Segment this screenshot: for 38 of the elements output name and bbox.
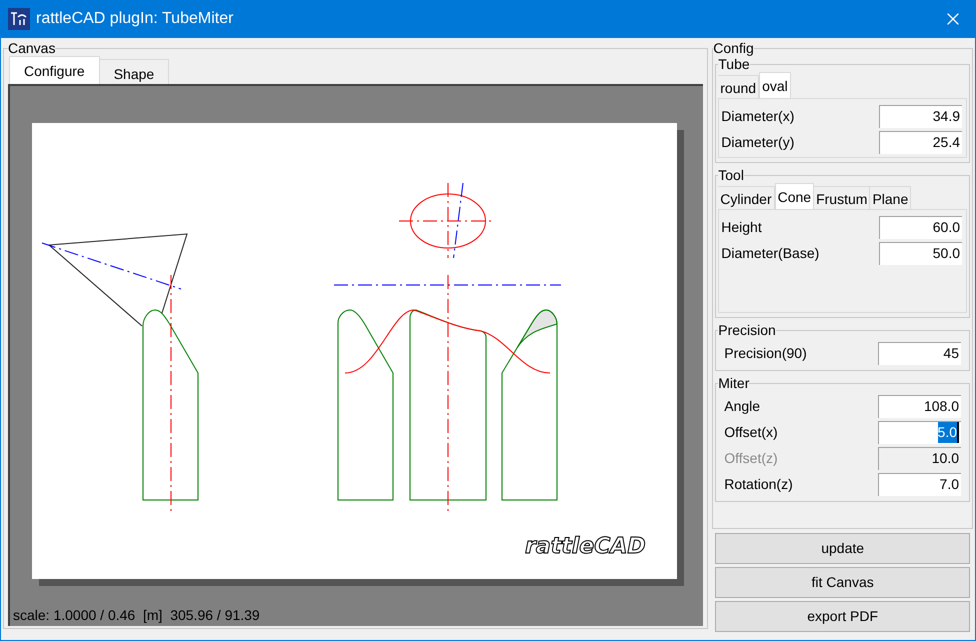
tab[interactable]: Frustum [814, 186, 870, 209]
status-text: scale: 1.0000 / 0.46 [m] 305.96 / 91.39 [13, 606, 261, 624]
field-label: Offset(x) [724, 422, 778, 442]
tab[interactable]: Cone [774, 183, 814, 209]
tab[interactable]: Plane [870, 186, 912, 209]
tab[interactable]: Cylinder [718, 186, 775, 209]
action-button[interactable]: fit Canvas [715, 567, 970, 598]
group-title: Canvas [8, 40, 56, 56]
action-button[interactable]: update [715, 533, 970, 564]
group-title: Precision [718, 322, 776, 338]
field-label: Rotation(z) [724, 474, 793, 494]
field-label: Diameter(y) [721, 132, 794, 152]
field-label: Diameter(x) [721, 106, 794, 126]
group-title: Miter [718, 375, 750, 391]
input-field[interactable]: 60.0 [879, 216, 962, 238]
input-field[interactable]: 7.0 [878, 472, 961, 496]
input-field[interactable]: 45 [878, 342, 961, 364]
input-field[interactable]: 50.0 [879, 242, 962, 264]
tab[interactable]: round [718, 75, 760, 98]
action-button[interactable]: export PDF [715, 601, 970, 632]
field-label: Offset(z) [724, 448, 778, 468]
tab[interactable]: Configure [9, 56, 100, 84]
tab[interactable]: oval [759, 72, 791, 98]
app-icon [8, 8, 30, 30]
input-field[interactable]: 25.4 [879, 130, 962, 154]
tab[interactable]: Shape [100, 59, 170, 84]
field-label: Angle [724, 396, 760, 416]
group-title: Tool [718, 167, 744, 183]
group-title: Tube [718, 56, 750, 72]
window-title: rattleCAD plugIn: TubeMiter [36, 9, 234, 29]
field-label: Diameter(Base) [721, 244, 820, 263]
field-label: Precision(90) [724, 344, 807, 363]
input-field[interactable]: 5.0 [878, 420, 961, 444]
input-field[interactable]: 34.9 [879, 104, 962, 128]
logo-text: rattleCAD [525, 535, 646, 559]
input-field[interactable]: 108.0 [878, 394, 961, 418]
field-label: Height [721, 218, 762, 237]
group-title: Config [713, 40, 754, 56]
